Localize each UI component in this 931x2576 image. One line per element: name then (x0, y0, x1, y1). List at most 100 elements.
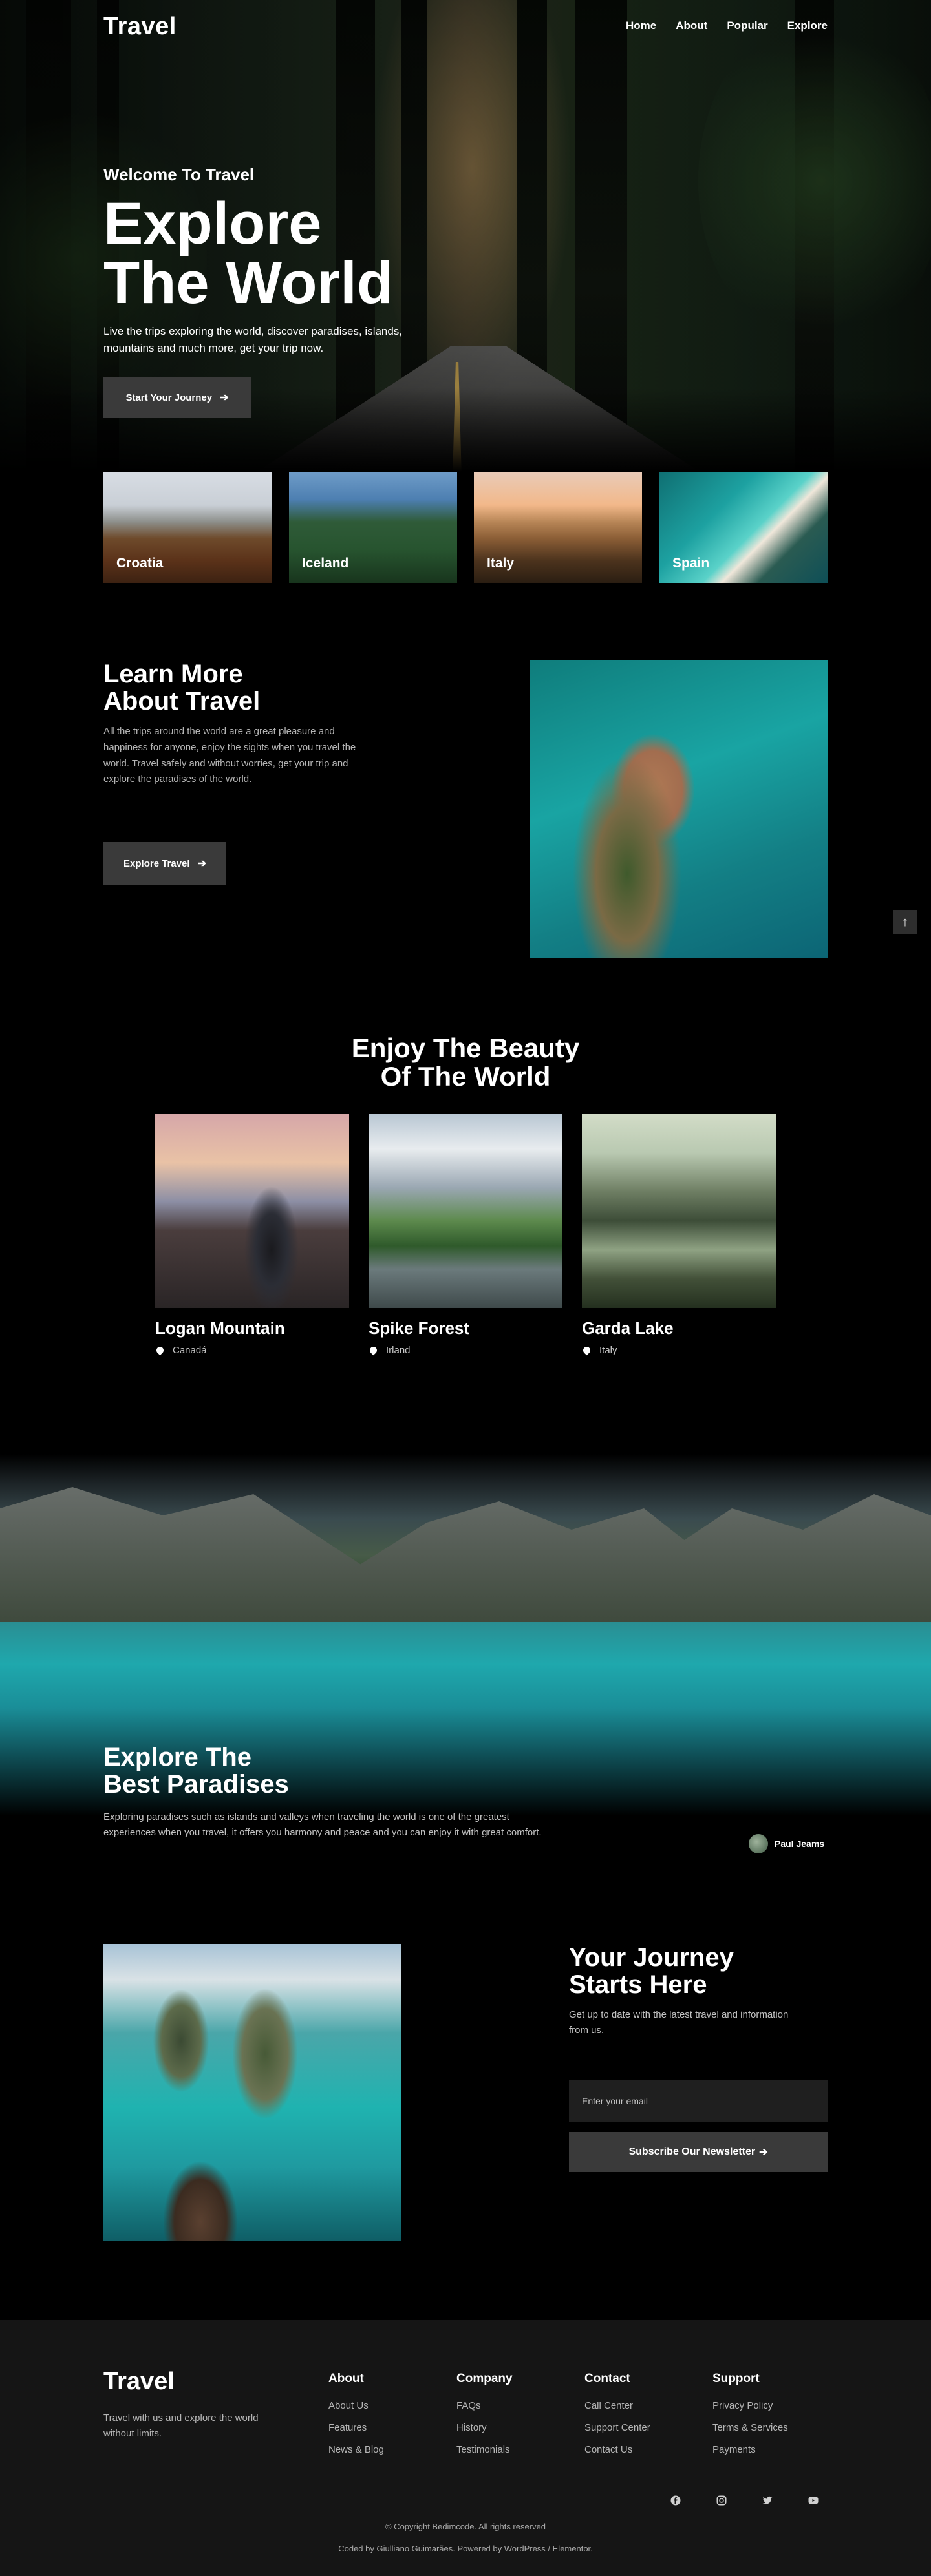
facebook-icon[interactable] (667, 2492, 684, 2509)
destination-label: Italy (487, 556, 515, 571)
start-journey-label: Start Your Journey (125, 392, 213, 403)
place-name: Spike Forest (369, 1318, 470, 1338)
paradises-title-line: Explore The (103, 1743, 251, 1771)
site-logo[interactable]: Travel (103, 13, 177, 41)
newsletter-title-line: Starts Here (569, 1970, 707, 1999)
scroll-top-button[interactable]: ↑ (893, 910, 917, 934)
footer-link[interactable]: Call Center (584, 2395, 650, 2417)
footer-link[interactable]: Contact Us (584, 2439, 650, 2461)
footer-link[interactable]: Privacy Policy (712, 2395, 788, 2417)
arrow-right-icon: ➔ (220, 392, 229, 403)
footer-column-title: Contact (584, 2372, 630, 2385)
explore-travel-button[interactable]: Explore Travel ➔ (103, 842, 226, 885)
footer-tagline: Travel with us and explore the world wit… (103, 2412, 259, 2439)
footer-copyright: © Copyright Bedimcode. All rights reserv… (385, 2522, 546, 2531)
destination-card-italy[interactable]: Italy (474, 472, 642, 583)
destination-label: Spain (672, 556, 710, 571)
footer-link[interactable]: News & Blog (328, 2439, 384, 2461)
place-location-text: Canadá (173, 1345, 207, 1356)
subscribe-label: Subscribe Our Newsletter (628, 2146, 756, 2157)
place-image (582, 1114, 776, 1308)
footer-link[interactable]: Payments (712, 2439, 788, 2461)
nav-link-popular[interactable]: Popular (727, 19, 767, 32)
place-card[interactable]: Spike Forest Irland (368, 1114, 562, 1356)
place-location: Italy (581, 1345, 776, 1356)
beauty-title-line: Enjoy The Beauty (351, 1033, 580, 1063)
footer-column-company: Company FAQs History Testimonials (456, 2372, 513, 2461)
location-pin-icon (368, 1345, 379, 1356)
footer-link[interactable]: Support Center (584, 2417, 650, 2439)
paradises-title-line: Best Paradises (103, 1770, 289, 1799)
author-name: Paul Jeams (775, 1839, 825, 1849)
footer-link[interactable]: Testimonials (456, 2439, 513, 2461)
footer-link[interactable]: FAQs (456, 2395, 513, 2417)
newsletter-description: Get up to date with the latest travel an… (569, 2009, 789, 2036)
footer-credit: Coded by Giulliano Guimarães. Powered by… (338, 2544, 593, 2553)
explore-travel-label: Explore Travel (123, 858, 190, 869)
hero-subtitle: Welcome To Travel (103, 165, 255, 184)
place-name: Garda Lake (582, 1318, 674, 1338)
about-title-line: About Travel (103, 687, 261, 715)
footer-link[interactable]: Features (328, 2417, 384, 2439)
email-input[interactable] (569, 2080, 828, 2122)
place-name: Logan Mountain (155, 1318, 285, 1338)
location-pin-icon (581, 1345, 592, 1356)
place-location-text: Irland (386, 1345, 411, 1356)
footer-column-title: Company (456, 2372, 513, 2385)
newsletter-title-line: Your Journey (569, 1943, 734, 1972)
place-card[interactable]: Logan Mountain Canadá (155, 1114, 349, 1356)
footer-logo[interactable]: Travel (103, 2368, 175, 2396)
place-location: Canadá (155, 1345, 349, 1356)
nav-link-about[interactable]: About (676, 19, 707, 32)
lake-mountain (647, 1494, 931, 1622)
arrow-up-icon: ↑ (902, 914, 908, 929)
newsletter-title: Your Journey Starts Here (569, 1944, 734, 1998)
about-title: Learn More About Travel (103, 660, 260, 715)
destination-card-croatia[interactable]: Croatia (103, 472, 272, 583)
beauty-title-line: Of The World (380, 1061, 551, 1092)
destination-card-iceland[interactable]: Iceland (289, 472, 457, 583)
start-journey-button[interactable]: Start Your Journey ➔ (103, 377, 251, 418)
footer-link[interactable]: Terms & Services (712, 2417, 788, 2439)
paradises-title: Explore The Best Paradises (103, 1744, 289, 1798)
subscribe-button[interactable]: Subscribe Our Newsletter ➔ (569, 2132, 828, 2172)
footer-column-title: About (328, 2372, 364, 2385)
place-image (369, 1114, 562, 1308)
newsletter-beach-image (103, 1944, 401, 2241)
beauty-title: Enjoy The Beauty Of The World (0, 1033, 931, 1092)
arrow-right-icon: ➔ (197, 858, 206, 869)
lake-mountain (0, 1487, 362, 1622)
hero-title-line: The World (103, 250, 394, 316)
avatar (749, 1834, 768, 1853)
footer-link[interactable]: About Us (328, 2395, 384, 2417)
hero-title: Explore The World (103, 194, 393, 313)
about-island-image (530, 660, 828, 958)
place-location-text: Italy (599, 1345, 617, 1356)
social-links (667, 2492, 822, 2509)
destination-card-spain[interactable]: Spain (659, 472, 828, 583)
footer-column-title: Support (712, 2372, 760, 2385)
hero-title-line: Explore (103, 191, 322, 257)
photo-author: Paul Jeams (749, 1834, 824, 1853)
nav-link-home[interactable]: Home (626, 19, 656, 32)
youtube-icon[interactable] (805, 2492, 822, 2509)
instagram-icon[interactable] (713, 2492, 730, 2509)
footer-column-about: About About Us Features News & Blog (328, 2372, 384, 2461)
footer-column-support: Support Privacy Policy Terms & Services … (712, 2372, 788, 2461)
arrow-right-icon: ➔ (759, 2147, 768, 2158)
twitter-icon[interactable] (759, 2492, 776, 2509)
lake-mountain (336, 1501, 698, 1622)
main-nav: Home About Popular Explore (626, 19, 828, 32)
place-card[interactable]: Garda Lake Italy (581, 1114, 776, 1356)
about-description: All the trips around the world are a gre… (103, 726, 356, 785)
place-location: Irland (368, 1345, 562, 1356)
nav-link-explore[interactable]: Explore (787, 19, 828, 32)
destination-label: Iceland (302, 556, 349, 571)
hero-description: Live the trips exploring the world, disc… (103, 325, 403, 354)
location-pin-icon (155, 1345, 166, 1356)
about-title-line: Learn More (103, 660, 243, 688)
place-image (155, 1114, 349, 1308)
footer-link[interactable]: History (456, 2417, 513, 2439)
destination-label: Croatia (116, 556, 164, 571)
footer-column-contact: Contact Call Center Support Center Conta… (584, 2372, 650, 2461)
